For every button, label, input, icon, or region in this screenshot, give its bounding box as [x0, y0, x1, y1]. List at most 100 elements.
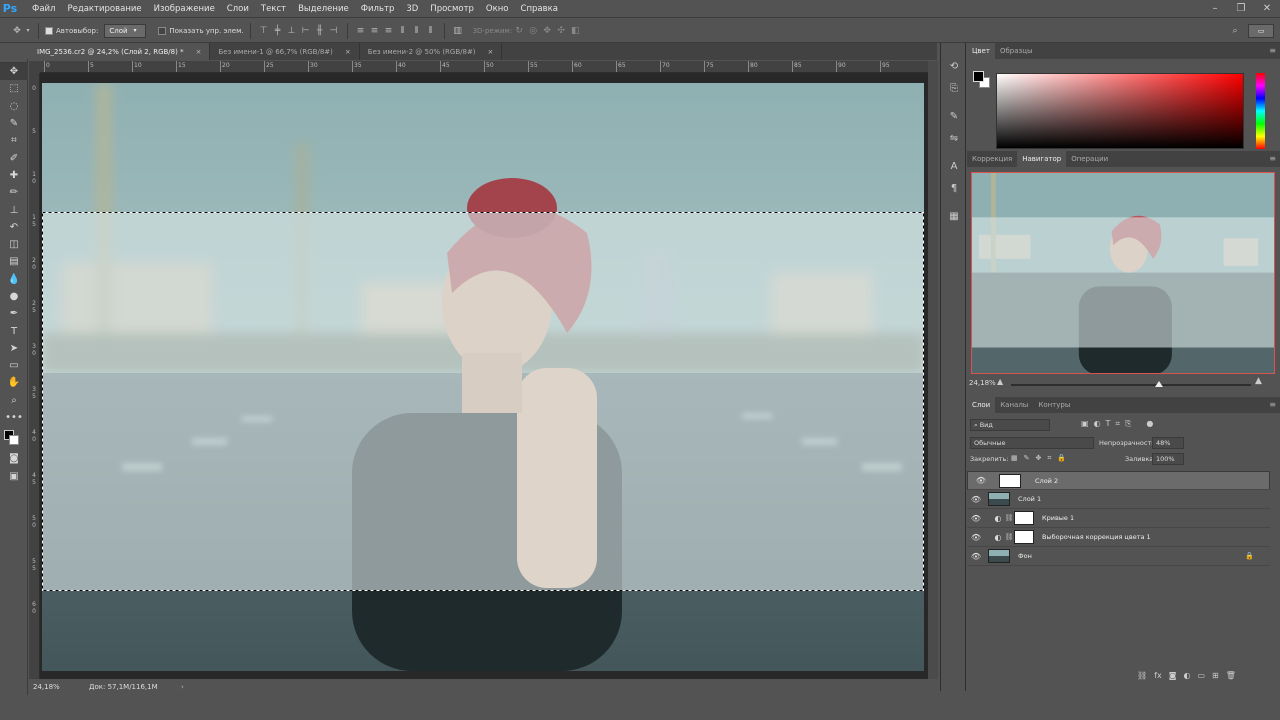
- clone-stamp-tool-icon[interactable]: ⊥: [0, 201, 28, 218]
- autoselect-checkbox[interactable]: Автовыбор:: [45, 26, 98, 35]
- status-zoom[interactable]: 24,18%: [29, 683, 61, 691]
- filter-pixel-icon[interactable]: ▣: [1081, 419, 1089, 429]
- navigator-zoom[interactable]: 24,18%: [969, 379, 996, 387]
- photoshop-logo[interactable]: Ps: [0, 0, 20, 18]
- visibility-eye-icon[interactable]: 👁: [967, 533, 985, 542]
- filter-type-icon[interactable]: T: [1106, 419, 1111, 429]
- hand-tool-icon[interactable]: ✋: [0, 374, 28, 391]
- mask-link-icon[interactable]: ⛓: [1004, 514, 1014, 522]
- healing-brush-tool-icon[interactable]: ✚: [0, 167, 28, 184]
- type-tool-icon[interactable]: T: [0, 322, 28, 339]
- panel-menu-icon[interactable]: ≡: [1269, 400, 1276, 409]
- more-tools-icon[interactable]: •••: [0, 409, 28, 426]
- lock-artboard-icon[interactable]: ⌗: [1047, 454, 1051, 463]
- layer-row[interactable]: 👁 Слой 1: [967, 490, 1270, 509]
- show-transform-checkbox[interactable]: Показать упр. элем.: [158, 26, 244, 35]
- zoom-out-icon[interactable]: ▲: [997, 377, 1003, 386]
- rotate-3d-icon[interactable]: ↻: [512, 24, 526, 38]
- zoom-in-icon[interactable]: ▲: [1255, 376, 1262, 386]
- document-image[interactable]: [42, 83, 924, 671]
- tab-close-icon[interactable]: ×: [488, 48, 494, 56]
- visibility-eye-icon[interactable]: 👁: [967, 514, 985, 523]
- layer-row[interactable]: 👁 ◐ ⛓ Кривые 1: [967, 509, 1270, 528]
- quick-select-tool-icon[interactable]: ✎: [0, 115, 28, 132]
- minimize-icon[interactable]: –: [1202, 0, 1228, 18]
- lock-position-icon[interactable]: ✥: [1036, 454, 1042, 463]
- brush-tool-icon[interactable]: ✏: [0, 184, 28, 201]
- layer-filter-dropdown[interactable]: ⌕ Вид: [970, 419, 1050, 431]
- visibility-eye-icon[interactable]: 👁: [972, 475, 990, 487]
- checkbox-checked-icon[interactable]: [45, 26, 53, 35]
- menu-type[interactable]: Текст: [255, 0, 292, 18]
- filter-smart-object-icon[interactable]: ⎘: [1125, 419, 1131, 429]
- zoom-tool-icon[interactable]: ⌕: [0, 392, 28, 409]
- lasso-tool-icon[interactable]: ◌: [0, 98, 28, 115]
- tab-paths[interactable]: Контуры: [1033, 397, 1075, 413]
- menu-edit[interactable]: Редактирование: [61, 0, 147, 18]
- tab-color[interactable]: Цвет: [967, 43, 995, 59]
- filter-shape-icon[interactable]: ⌗: [1115, 419, 1120, 429]
- distribute-top-icon[interactable]: ≡: [354, 24, 368, 38]
- vertical-scrollbar[interactable]: [928, 61, 938, 679]
- tab-channels[interactable]: Каналы: [995, 397, 1033, 413]
- autoselect-dropdown[interactable]: Слой ▾: [104, 23, 147, 38]
- history-brush-tool-icon[interactable]: ↶: [0, 219, 28, 236]
- tab-actions[interactable]: Операции: [1066, 151, 1113, 167]
- horizontal-ruler[interactable]: 0 5 10 15 20 25 30 35 40 45 50 55 60 65 70 75 80 85 90 95: [40, 61, 928, 73]
- move-tool-icon[interactable]: ✥: [0, 63, 28, 81]
- layer-style-icon[interactable]: fx: [1154, 671, 1162, 680]
- tab-adjustments[interactable]: Коррекция: [967, 151, 1017, 167]
- history-panel-icon[interactable]: ⟲: [941, 55, 967, 77]
- fill-input[interactable]: 100%: [1152, 453, 1184, 465]
- tab-img-2536[interactable]: IMG_2536.cr2 @ 24,2% (Слой 2, RGB/8) * ×: [29, 43, 211, 60]
- eyedropper-tool-icon[interactable]: ✐: [0, 149, 28, 166]
- foreground-color-swatch[interactable]: [973, 71, 984, 82]
- character-panel-icon[interactable]: A: [941, 155, 967, 177]
- pen-tool-icon[interactable]: ✒: [0, 305, 28, 322]
- menu-select[interactable]: Выделение: [292, 0, 355, 18]
- mask-link-icon[interactable]: ⛓: [1004, 533, 1014, 541]
- layer-row[interactable]: 👁 Слой 2: [967, 471, 1270, 490]
- tab-layers[interactable]: Слои: [967, 397, 996, 413]
- checkbox-unchecked-icon[interactable]: [158, 26, 167, 35]
- menu-help[interactable]: Справка: [515, 0, 564, 18]
- delete-layer-icon[interactable]: 🗑: [1226, 671, 1236, 680]
- libraries-panel-icon[interactable]: ▦: [941, 205, 967, 227]
- dodge-tool-icon[interactable]: ●: [0, 288, 28, 305]
- tab-swatches[interactable]: Образцы: [995, 43, 1038, 59]
- menu-layers[interactable]: Слои: [221, 0, 255, 18]
- roll-3d-icon[interactable]: ◎: [526, 24, 540, 38]
- distribute-right-icon[interactable]: ⫴: [424, 24, 438, 38]
- brush-panel-icon[interactable]: ✎: [941, 105, 967, 127]
- quick-mask-icon[interactable]: ◙: [0, 450, 28, 467]
- canvas-area[interactable]: [40, 73, 928, 679]
- menu-3d[interactable]: 3D: [400, 0, 424, 18]
- color-spectrum[interactable]: [996, 73, 1244, 149]
- blend-mode-dropdown[interactable]: Обычные: [970, 437, 1094, 449]
- visibility-eye-icon[interactable]: 👁: [967, 495, 985, 504]
- opacity-input[interactable]: 48%: [1152, 437, 1184, 449]
- menu-file[interactable]: Файл: [26, 0, 61, 18]
- eraser-tool-icon[interactable]: ◫: [0, 236, 28, 253]
- add-mask-icon[interactable]: ◙: [1169, 671, 1177, 680]
- move-tool-icon[interactable]: ✥: [10, 24, 24, 38]
- distribute-vcenter-icon[interactable]: ≡: [368, 24, 382, 38]
- menu-image[interactable]: Изображение: [148, 0, 221, 18]
- hue-slider[interactable]: [1256, 73, 1265, 149]
- lock-icon[interactable]: 🔒: [1245, 552, 1254, 560]
- lock-transparent-icon[interactable]: ▦: [1011, 454, 1018, 463]
- slider-knob[interactable]: [1155, 381, 1163, 387]
- tool-preset-arrow-icon[interactable]: ▾: [24, 24, 32, 38]
- menu-window[interactable]: Окно: [480, 0, 515, 18]
- new-layer-icon[interactable]: ⊞: [1212, 671, 1219, 680]
- screen-mode-icon[interactable]: ▣: [0, 468, 28, 485]
- navigator-zoom-slider[interactable]: [1011, 381, 1251, 387]
- visibility-eye-icon[interactable]: 👁: [967, 552, 985, 561]
- lock-pixels-icon[interactable]: ✎: [1024, 454, 1030, 463]
- new-group-icon[interactable]: ▭: [1197, 671, 1205, 680]
- layer-row[interactable]: 👁 Фон 🔒: [967, 547, 1270, 566]
- search-icon[interactable]: ⌕: [1228, 24, 1242, 38]
- vertical-ruler[interactable]: 0 5 1 0 1 5 2 0 2 5 3 0 3 5 4 0 4 5 5 0 5 5 6 0: [29, 73, 40, 679]
- tab-navigator[interactable]: Навигатор: [1017, 151, 1067, 167]
- crop-tool-icon[interactable]: ⌗: [0, 132, 28, 149]
